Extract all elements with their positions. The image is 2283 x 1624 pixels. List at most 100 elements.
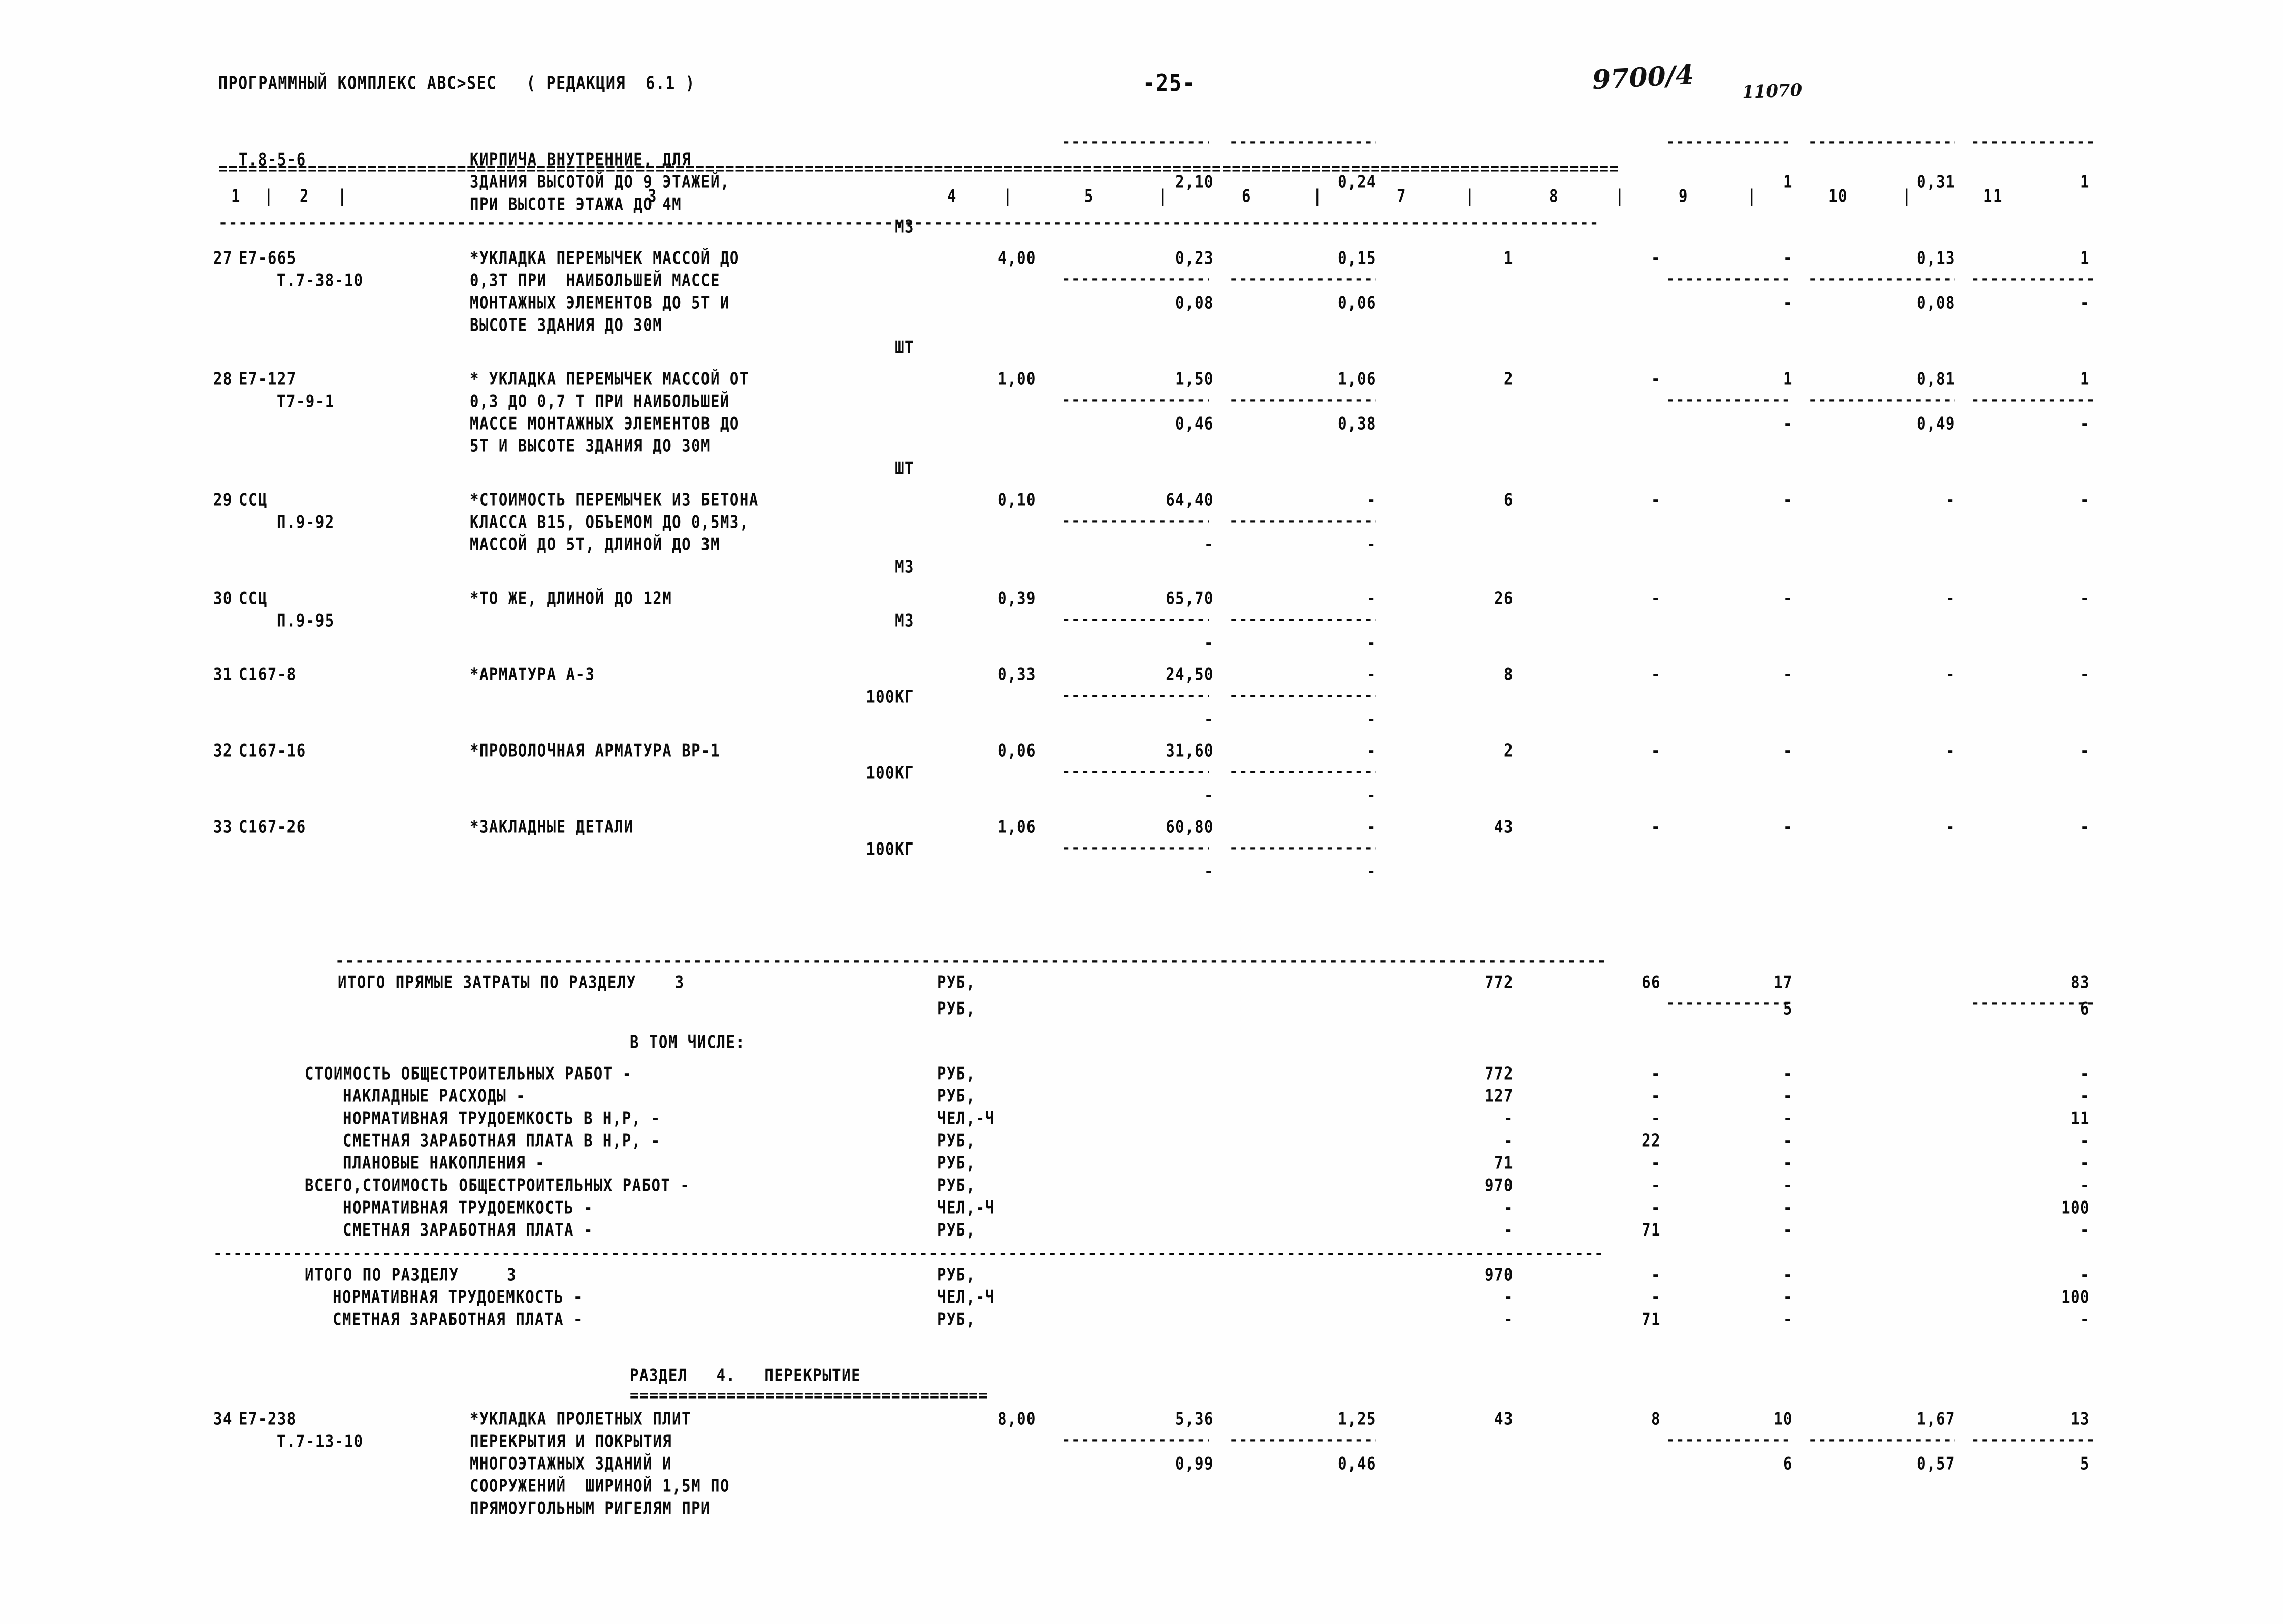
itogo-c9: 17 xyxy=(1774,971,1793,992)
detail-6-c9: - xyxy=(1783,1197,1793,1218)
row-1-sub-c6: 0,06 xyxy=(1338,292,1376,313)
row-2-c6: 1,06 xyxy=(1338,368,1376,389)
detail-3-label: СМЕТНАЯ ЗАРАБОТНАЯ ПЛАТА В Н,Р, - xyxy=(343,1130,661,1151)
dash-rule: ----------------------- xyxy=(1971,133,2098,150)
dash-rule: ----------------------- xyxy=(1666,133,1793,150)
section4-row-c9: 10 xyxy=(1774,1408,1793,1429)
row-6-c8: - xyxy=(1651,740,1661,761)
col-header-8: 8 xyxy=(1549,185,1559,206)
row-7-c7: 43 xyxy=(1494,816,1514,837)
row-1-c9: - xyxy=(1783,247,1793,268)
section4-row-c7: 43 xyxy=(1494,1408,1514,1429)
detail-3-unit: РУБ, xyxy=(937,1130,976,1151)
row-6-c7: 2 xyxy=(1504,740,1514,761)
detail-6-c11: 100 xyxy=(2061,1197,2090,1218)
row-4-c8: - xyxy=(1651,588,1661,608)
dash-rule: ----------------------- xyxy=(1971,270,2098,287)
col-header-11: 11 xyxy=(1983,185,2003,206)
row-3-code1: ССЦ xyxy=(239,489,268,510)
dash-rule: ----------------------- xyxy=(1229,687,1376,704)
section4-row-desc-line: ПЕРЕКРЫТИЯ И ПОКРЫТИЯ xyxy=(470,1431,672,1451)
row-7-unit: 100КГ xyxy=(866,838,914,859)
dash-rule: ----------------------- xyxy=(1666,391,1793,408)
col-header-4: 4 xyxy=(947,185,957,206)
section4-row-c11: 13 xyxy=(2071,1408,2090,1429)
row-1-sub-c5: 0,08 xyxy=(1175,292,1214,313)
row-1-c7: 1 xyxy=(1504,247,1514,268)
detail-7-unit: РУБ, xyxy=(937,1219,976,1240)
section4-row-c6: 1,25 xyxy=(1338,1408,1376,1429)
row-7-sub-c5: - xyxy=(1204,861,1214,882)
dash-rule: ----------------------- xyxy=(1666,1431,1793,1448)
section4-row-desc-line: СООРУЖЕНИЙ ШИРИНОЙ 1,5М ПО xyxy=(470,1475,730,1496)
row-1-code1: Е7-665 xyxy=(239,247,297,268)
dash-rule: ----------------------- xyxy=(1229,391,1376,408)
row-1-desc-line: 0,3Т ПРИ НАИБОЛЬШЕЙ МАССЕ xyxy=(470,270,720,290)
row-1-c11: 1 xyxy=(2080,247,2090,268)
row-2-c4: 1,00 xyxy=(998,368,1036,389)
razdel-1-c8: - xyxy=(1651,1286,1661,1307)
row-7-c8: - xyxy=(1651,816,1661,837)
row-3-c4: 0,10 xyxy=(998,489,1036,510)
row-4-c10: - xyxy=(1946,588,1955,608)
detail-4-unit: РУБ, xyxy=(937,1152,976,1173)
detail-1-c8: - xyxy=(1651,1085,1661,1106)
section4-row-code2: Т.7-13-10 xyxy=(277,1431,364,1451)
row-2-c7: 2 xyxy=(1504,368,1514,389)
section4-row-sub-c11: 5 xyxy=(2080,1453,2090,1474)
dash-rule: ----------------------- xyxy=(1062,270,1209,287)
row-5-c4: 0,33 xyxy=(998,664,1036,685)
row-5-c11: - xyxy=(2080,664,2090,685)
col-header-6: 6 xyxy=(1242,185,1251,206)
razdel-1-c11: 100 xyxy=(2061,1286,2090,1307)
row-0-c10: 0,31 xyxy=(1917,171,1955,192)
detail-5-c7: 970 xyxy=(1485,1175,1514,1195)
row-2-desc-line: 5Т И ВЫСОТЕ ЗДАНИЯ ДО 30М xyxy=(470,435,711,456)
row-4-sub-c6: - xyxy=(1367,632,1376,653)
row-5-c7: 8 xyxy=(1504,664,1514,685)
detail-0-unit: РУБ, xyxy=(937,1063,976,1084)
section4-row-desc-line: ПРЯМОУГОЛЬНЫМ РИГЕЛЯМ ПРИ xyxy=(470,1498,711,1518)
detail-0-c9: - xyxy=(1783,1063,1793,1084)
detail-4-c8: - xyxy=(1651,1152,1661,1173)
program-title: ПРОГРАММНЫЙ КОМПЛЕКС ABC>SEC ( РЕДАКЦИЯ … xyxy=(218,73,695,94)
dash-rule: ----------------------- xyxy=(1229,133,1376,150)
dash-rule: ----------------------- xyxy=(1062,763,1209,780)
row-1-c6: 0,15 xyxy=(1338,247,1376,268)
detail-2-unit: ЧЕЛ,-Ч xyxy=(937,1108,995,1128)
row-7-c6: - xyxy=(1367,816,1376,837)
row-2-c5: 1,50 xyxy=(1175,368,1214,389)
row-3-sub-c5: - xyxy=(1204,534,1214,555)
section4-row-c4: 8,00 xyxy=(998,1408,1036,1429)
section4-row-c5: 5,36 xyxy=(1175,1408,1214,1429)
detail-0-c7: 772 xyxy=(1485,1063,1514,1084)
row-1-sub-c10: 0,08 xyxy=(1917,292,1955,313)
row-2-desc-line: 0,3 ДО 0,7 Т ПРИ НАИБОЛЬШЕЙ xyxy=(470,391,730,411)
col-header-1: 1 xyxy=(231,185,241,206)
row-3-c6: - xyxy=(1367,489,1376,510)
row-1-sub-c11: - xyxy=(2080,292,2090,313)
row-2-code1: Е7-127 xyxy=(239,368,297,389)
razdel-1-unit: ЧЕЛ,-Ч xyxy=(937,1286,995,1307)
row-7-c11: - xyxy=(2080,816,2090,837)
row-7-desc-line: *ЗАКЛАДНЫЕ ДЕТАЛИ xyxy=(470,816,634,837)
handwritten-stamp-code: 11070 xyxy=(1742,80,1803,103)
page-header: ПРОГРАММНЫЙ КОМПЛЕКС ABC>SEC ( РЕДАКЦИЯ … xyxy=(0,59,2283,112)
section4-row-sub-c10: 0,57 xyxy=(1917,1453,1955,1474)
row-1-c5: 0,23 xyxy=(1175,247,1214,268)
dash-rule: ----------------------- xyxy=(1062,1431,1209,1448)
row-4-code2: П.9-95 xyxy=(277,610,335,631)
row-7-code1: С167-26 xyxy=(239,816,306,837)
detail-2-label: НОРМАТИВНАЯ ТРУДОЕМКОСТЬ В Н,Р, - xyxy=(343,1108,661,1128)
section4-row-desc-line: *УКЛАДКА ПРОЛЕТНЫХ ПЛИТ xyxy=(470,1408,692,1429)
detail-7-c11: - xyxy=(2080,1219,2090,1240)
detail-2-c7: - xyxy=(1504,1108,1514,1128)
detail-6-label: НОРМАТИВНАЯ ТРУДОЕМКОСТЬ - xyxy=(343,1197,593,1218)
row-7-c10: - xyxy=(1946,816,1955,837)
row-4-desc-line: *ТО ЖЕ, ДЛИНОЙ ДО 12М xyxy=(470,588,672,608)
row-1-desc-line: МОНТАЖНЫХ ЭЛЕМЕНТОВ ДО 5Т И xyxy=(470,292,730,313)
itogo2-c9: 5 xyxy=(1783,998,1793,1019)
rule-under-section-4-title: ===================================== xyxy=(630,1388,988,1404)
row-7-c4: 1,06 xyxy=(998,816,1036,837)
row-3-desc-line: *СТОИМОСТЬ ПЕРЕМЫЧЕК ИЗ БЕТОНА xyxy=(470,489,759,510)
